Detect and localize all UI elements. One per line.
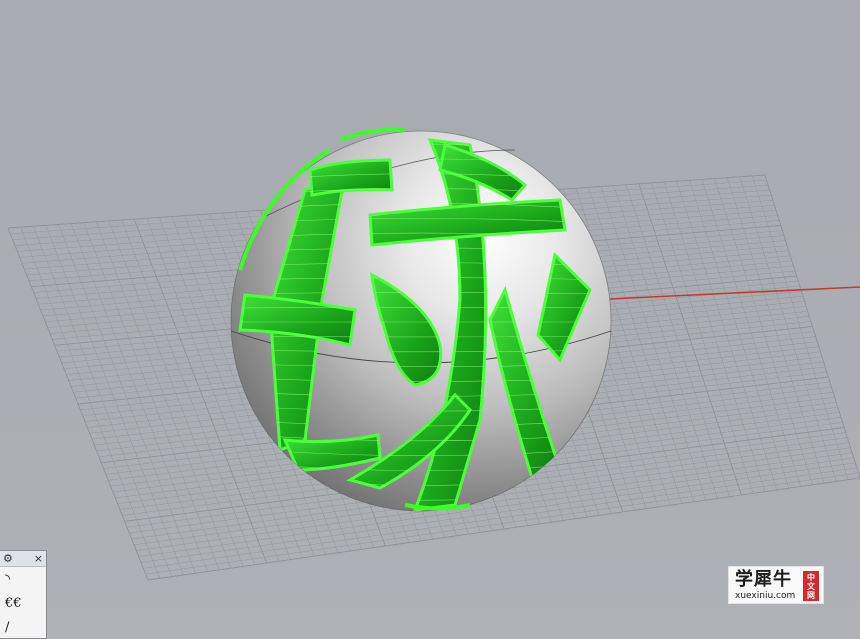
line-icon[interactable]: / [0,615,46,639]
arc-curve-icon[interactable]: ◝ [0,567,46,591]
double-curve-icon[interactable]: €€ [0,591,46,615]
seal-char: 网 [807,590,815,600]
grid-line [147,477,860,581]
3d-scene[interactable] [0,0,860,639]
close-icon[interactable]: × [34,551,43,567]
panel-header: ⚙ × [0,551,46,567]
watermark-logo: 学犀牛 xuexiniu.com 中 文 网 [728,566,824,604]
perspective-viewport[interactable] [0,0,860,639]
watermark-url: xuexiniu.com [735,591,796,601]
settings-icon[interactable]: ⚙ [3,551,13,567]
seal-char: 中 [807,572,815,582]
watermark-title: 学犀牛 [735,569,792,590]
seal-char: 文 [807,581,815,591]
watermark-seal: 中 文 网 [803,571,819,601]
tool-panel[interactable]: ⚙ × ◝ €€ / [0,550,47,639]
